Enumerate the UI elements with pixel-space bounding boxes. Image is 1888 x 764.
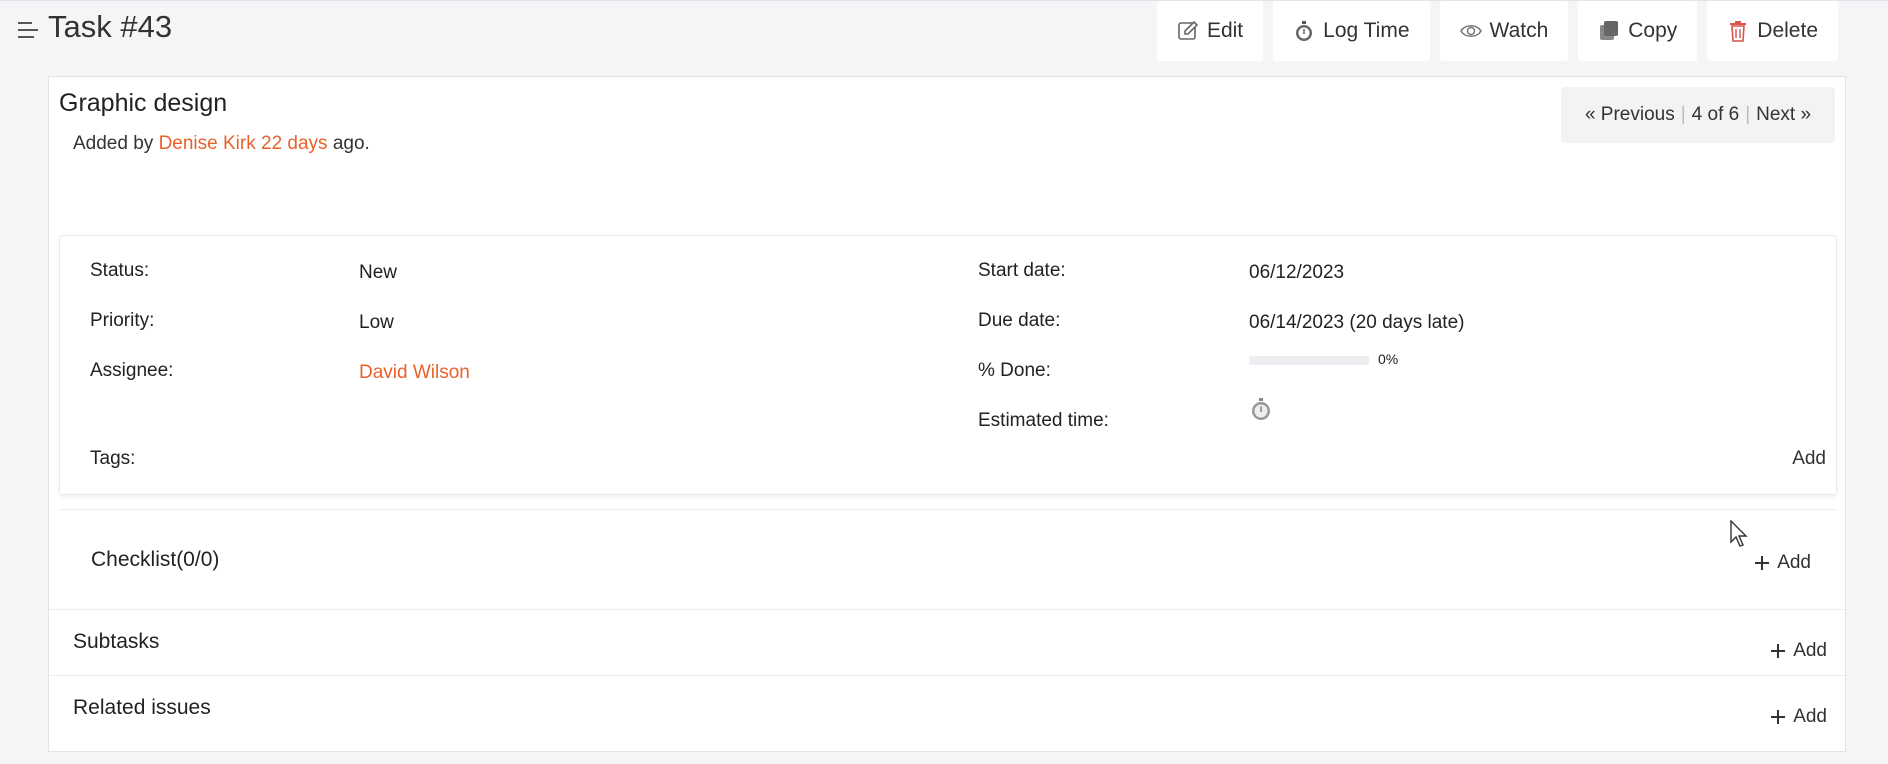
add-subtask-label: Add [1793,640,1827,661]
log-time-button[interactable]: Log Time [1273,1,1430,61]
top-bar: Task #43 Edit Log Time Watch Copy Delete [0,0,1888,62]
page-title: Task #43 [48,9,173,44]
subtasks-title: Subtasks [73,630,160,653]
watch-button-label: Watch [1489,19,1549,42]
estimated-time-label: Estimated time: [978,410,1109,431]
start-date-value: 06/12/2023 [1249,262,1345,283]
tags-label: Tags: [90,448,136,469]
edit-icon [1178,20,1199,40]
add-checklist-button[interactable]: Add [1755,552,1811,574]
checklist-section: Checklist(0/0) Add [59,509,1837,587]
stopwatch-icon[interactable] [1249,397,1273,421]
add-subtask-button[interactable]: Add [1771,640,1827,662]
add-related-issue-button[interactable]: Add [1771,706,1827,728]
assignee-label: Assignee: [90,360,174,381]
related-issues-title: Related issues [73,696,211,719]
plus-icon [1755,556,1770,570]
stopwatch-icon [1296,21,1313,41]
due-date-value: 06/14/2023 (20 days late) [1249,312,1465,333]
delete-button-label: Delete [1757,19,1818,42]
author-link[interactable]: Denise Kirk [159,133,256,154]
due-date-label: Due date: [978,310,1061,331]
added-by-line: Added by Denise Kirk 22 days ago. [73,133,370,155]
task-age-link[interactable]: 22 days [261,133,328,154]
added-by-prefix: Added by [73,133,154,154]
plus-icon [1771,710,1786,724]
pager-separator: | [1680,104,1686,125]
watch-button[interactable]: Watch [1439,1,1569,61]
copy-button-label: Copy [1628,19,1678,42]
edit-button-label: Edit [1206,19,1244,42]
priority-label: Priority: [90,310,155,331]
mouse-cursor-icon [1730,520,1748,547]
progress-bar [1249,356,1369,365]
percent-done-label: % Done: [978,360,1051,381]
pager-separator: | [1745,104,1751,125]
start-date-label: Start date: [978,260,1066,281]
menu-toggle-icon[interactable] [18,21,40,39]
plus-icon [1771,644,1786,658]
copy-icon [1600,21,1619,40]
previous-link[interactable]: « Previous [1585,104,1675,126]
status-value: New [359,262,398,283]
task-panel: Graphic design Added by Denise Kirk 22 d… [48,76,1846,752]
priority-value: Low [359,312,394,333]
subtasks-section: Subtasks Add [49,609,1845,675]
assignee-link[interactable]: David Wilson [359,362,470,384]
added-by-suffix: ago. [332,133,370,154]
task-name: Graphic design [59,89,228,117]
add-checklist-label: Add [1777,552,1811,573]
task-attributes: Status: New Priority: Low Assignee: Davi… [59,235,1837,495]
next-link[interactable]: Next » [1756,104,1811,126]
task-pager: « Previous | 4 of 6 | Next » [1561,87,1835,143]
percent-done-value: 0% [1378,351,1399,367]
edit-button[interactable]: Edit [1156,1,1264,61]
checklist-title: Checklist(0/0) [91,548,220,571]
log-time-button-label: Log Time [1323,19,1410,42]
status-label: Status: [90,260,150,281]
trash-icon [1730,21,1747,42]
eye-icon [1459,25,1482,37]
related-issues-section: Related issues Add [49,675,1845,751]
pager-position: 4 of 6 [1691,104,1740,125]
toolbar: Edit Log Time Watch Copy Delete [1156,1,1888,61]
delete-button[interactable]: Delete [1707,1,1838,61]
add-tag-link[interactable]: Add [1792,448,1826,470]
add-related-issue-label: Add [1793,706,1827,727]
copy-button[interactable]: Copy [1578,1,1698,61]
